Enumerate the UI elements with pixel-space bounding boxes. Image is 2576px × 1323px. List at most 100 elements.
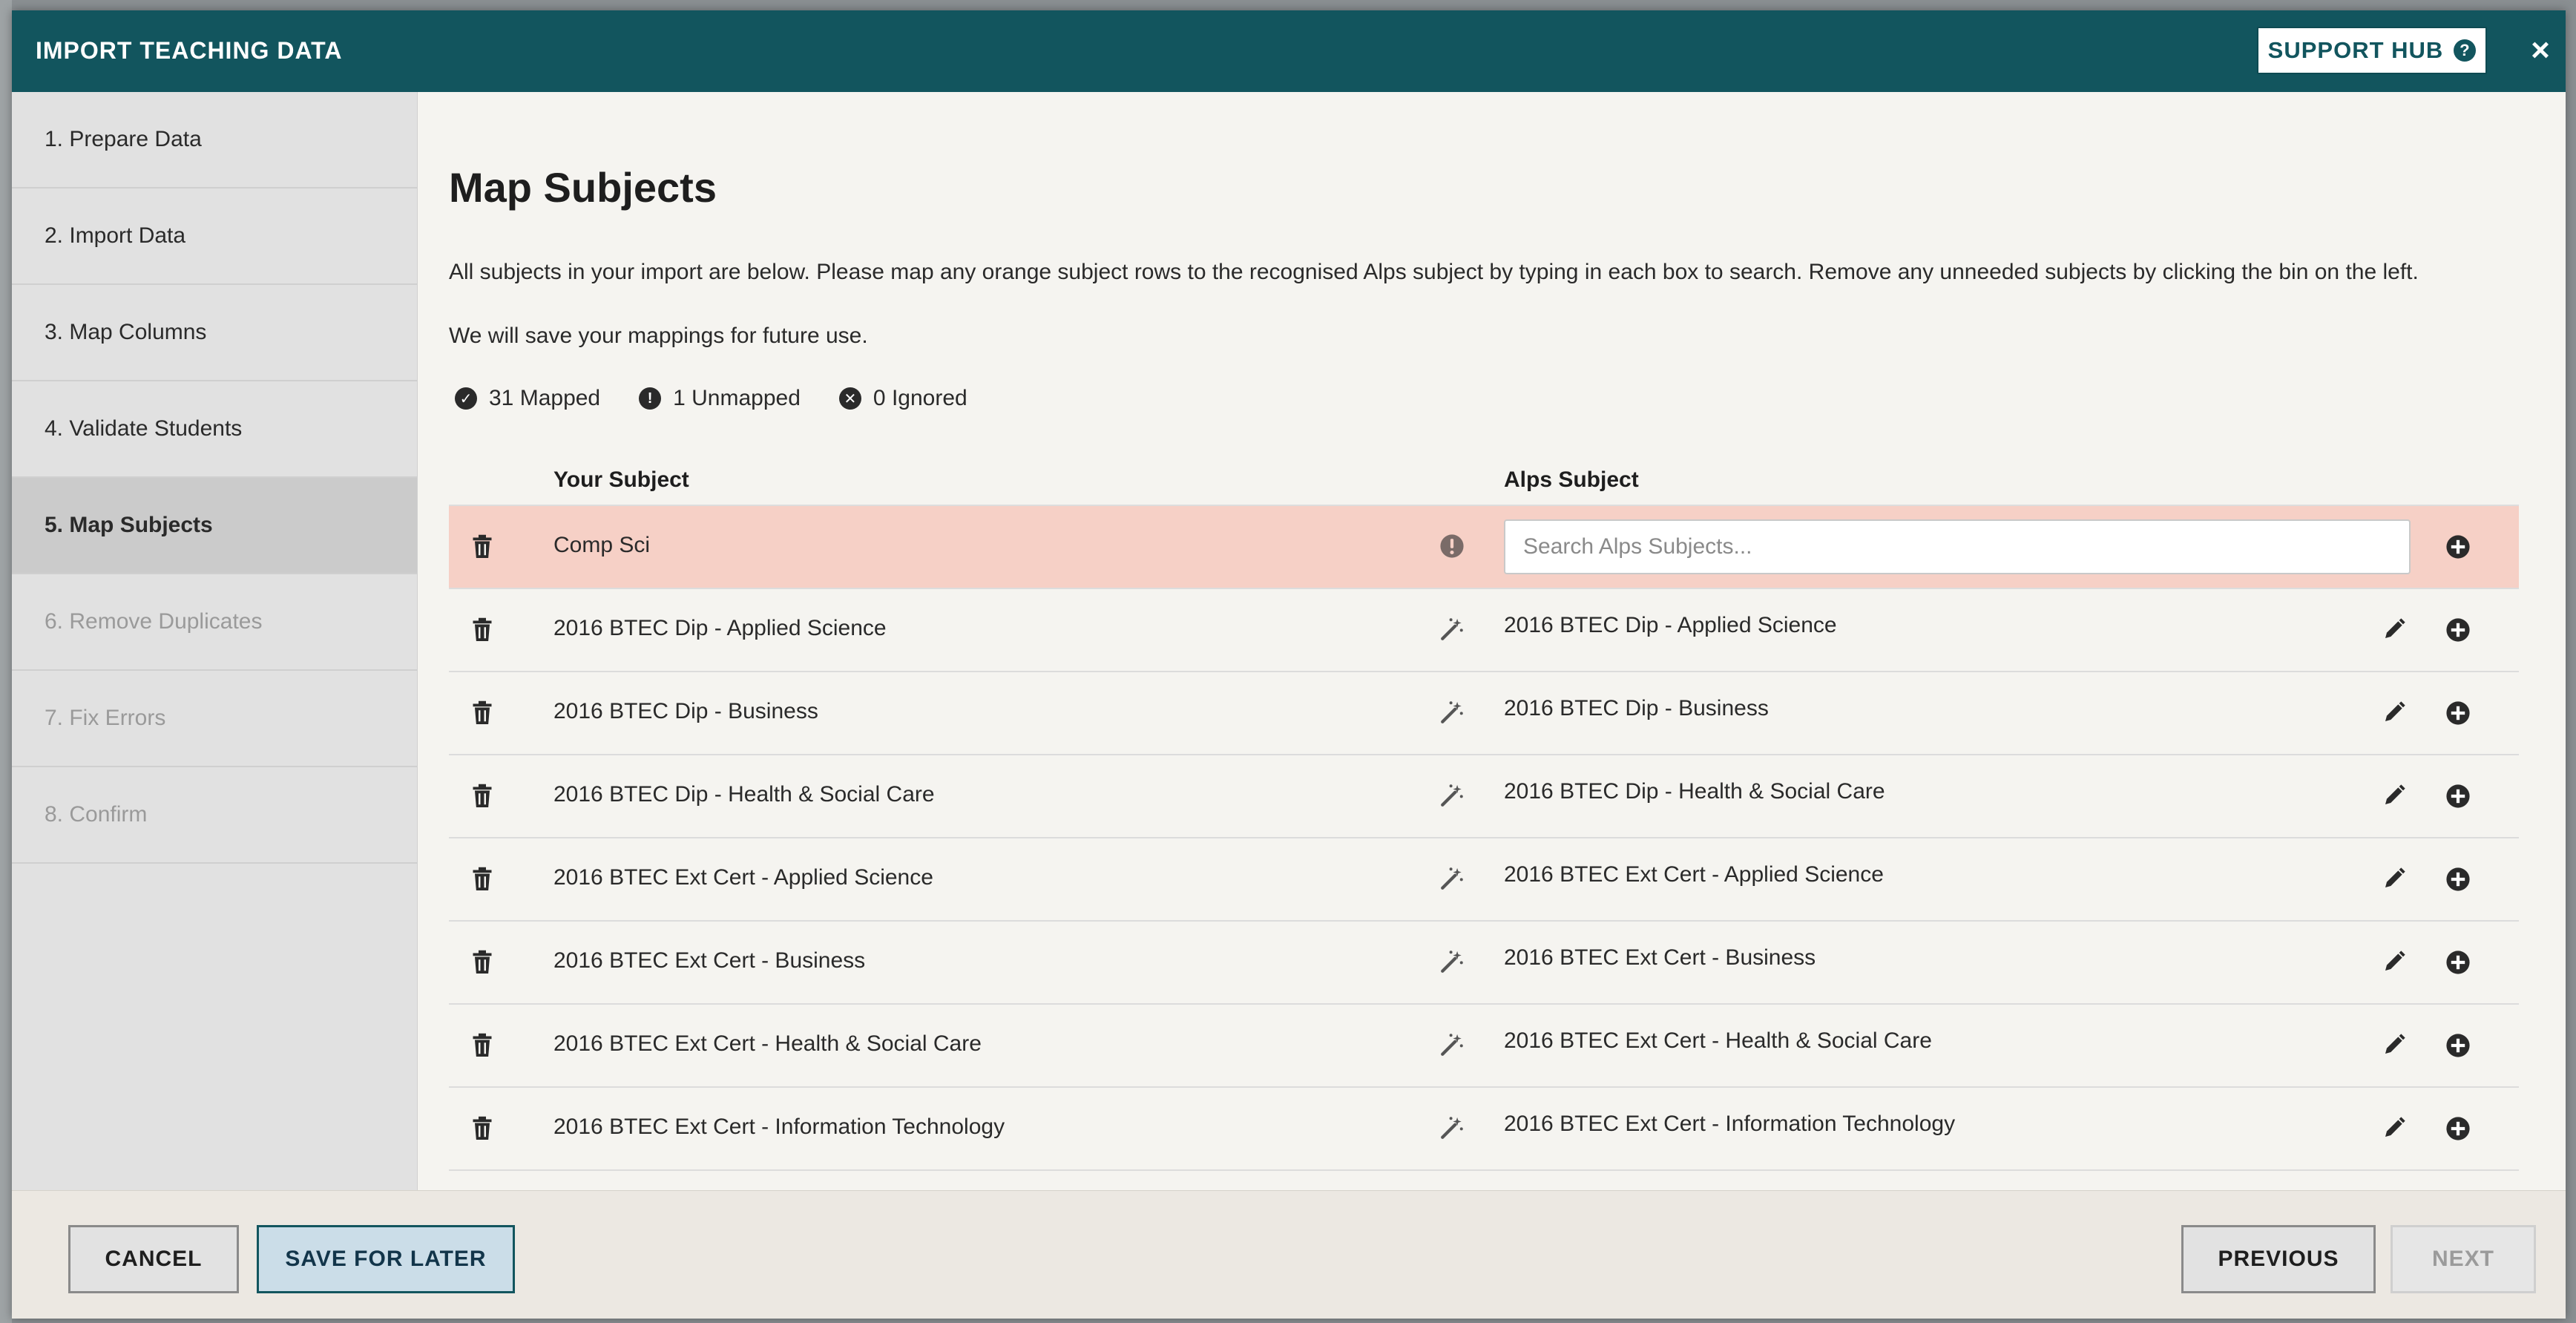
- save-for-later-button[interactable]: SAVE FOR LATER: [257, 1225, 515, 1293]
- support-hub-label: SUPPORT HUB: [2267, 37, 2444, 63]
- your-subject-cell: Comp Sci: [553, 533, 651, 557]
- table-row: 2016 BTEC Ext Cert - Applied Science 2016…: [449, 838, 2519, 922]
- close-button[interactable]: ×: [2526, 31, 2555, 70]
- table-body: Comp Sci 2016 BTEC Dip - Applied Science 2…: [449, 506, 2519, 1171]
- your-subject-cell: 2016 BTEC Ext Cert - Applied Science: [553, 865, 933, 890]
- alps-subject-search-input[interactable]: [1504, 519, 2411, 574]
- table-row: Comp Sci: [449, 506, 2519, 589]
- bin-icon[interactable]: [471, 617, 493, 643]
- alps-subject-cell: 2016 BTEC Ext Cert - Applied Science: [1504, 862, 1884, 887]
- your-subject-cell: 2016 BTEC Dip - Health & Social Care: [553, 782, 935, 807]
- alps-subject-cell: 2016 BTEC Dip - Business: [1504, 696, 1769, 720]
- bin-icon[interactable]: [471, 867, 493, 892]
- step-label: 4. Validate Students: [45, 416, 243, 441]
- scrollbar[interactable]: [2539, 99, 2540, 1190]
- plus-circle-icon[interactable]: [2445, 1033, 2471, 1058]
- magic-wand-icon: [1439, 617, 1465, 642]
- alps-subject-cell: 2016 BTEC Dip - Health & Social Care: [1504, 779, 1885, 804]
- your-subject-cell: 2016 BTEC Ext Cert - Information Technol…: [553, 1114, 1005, 1139]
- modal-title: IMPORT TEACHING DATA: [36, 37, 343, 64]
- pencil-icon[interactable]: [2382, 950, 2406, 974]
- step-map-subjects[interactable]: 5. Map Subjects: [12, 478, 417, 574]
- import-modal: IMPORT TEACHING DATA SUPPORT HUB ? × 1. …: [12, 10, 2566, 1319]
- mapping-summary: ✓ 31 Mapped ! 1 Unmapped ✕ 0 Ignored: [455, 386, 1006, 411]
- alps-subject-cell: 2016 BTEC Ext Cert - Business: [1504, 945, 1816, 970]
- plus-circle-icon[interactable]: [2445, 700, 2471, 726]
- instructions-text: All subjects in your import are below. P…: [449, 260, 2419, 284]
- support-hub-button[interactable]: SUPPORT HUB ?: [2257, 27, 2487, 74]
- plus-circle-icon[interactable]: [2445, 534, 2471, 559]
- step-label: 5. Map Subjects: [45, 513, 213, 537]
- your-subject-cell: 2016 BTEC Dip - Business: [553, 699, 818, 723]
- step-label: 3. Map Columns: [45, 320, 207, 344]
- magic-wand-icon: [1439, 949, 1465, 974]
- modal-footer: CANCEL SAVE FOR LATER PREVIOUS NEXT: [12, 1190, 2566, 1319]
- bin-icon[interactable]: [471, 950, 493, 975]
- ignored-count: ✕ 0 Ignored: [838, 386, 967, 411]
- plus-circle-icon[interactable]: [2445, 867, 2471, 892]
- pencil-icon[interactable]: [2382, 1116, 2406, 1140]
- x-circle-icon: ✕: [838, 387, 861, 410]
- table-row: 2016 BTEC Dip - Health & Social Care 2016…: [449, 755, 2519, 838]
- alps-subject-cell: 2016 BTEC Ext Cert - Health & Social Car…: [1504, 1028, 1932, 1053]
- your-subject-cell: 2016 BTEC Ext Cert - Health & Social Car…: [553, 1031, 982, 1056]
- step-label: 1. Prepare Data: [45, 127, 202, 151]
- pencil-icon[interactable]: [2382, 784, 2406, 807]
- exclamation-circle-icon: !: [639, 387, 662, 410]
- your-subject-cell: 2016 BTEC Ext Cert - Business: [553, 948, 866, 973]
- bin-icon[interactable]: [471, 784, 493, 809]
- page-title: Map Subjects: [449, 164, 717, 211]
- step-import-data[interactable]: 2. Import Data: [12, 188, 417, 285]
- pencil-icon[interactable]: [2382, 700, 2406, 724]
- table-row: 2016 BTEC Ext Cert - Health & Social Car…: [449, 1005, 2519, 1088]
- bin-icon[interactable]: [471, 1033, 493, 1058]
- step-label: 8. Confirm: [45, 802, 148, 827]
- step-fix-errors: 7. Fix Errors: [12, 671, 417, 767]
- step-label: 7. Fix Errors: [45, 706, 166, 730]
- alps-subject-cell: 2016 BTEC Ext Cert - Information Technol…: [1504, 1112, 1956, 1136]
- background-app: [0, 0, 12, 1323]
- close-icon: ×: [2531, 32, 2550, 68]
- column-header-alps-subject: Alps Subject: [1504, 467, 1639, 492]
- step-prepare-data[interactable]: 1. Prepare Data: [12, 92, 417, 188]
- unmapped-alert-icon: [1439, 534, 1465, 559]
- plus-circle-icon[interactable]: [2445, 1116, 2471, 1141]
- table-header: Your Subject Alps Subject: [449, 456, 2519, 506]
- mapped-count: ✓ 31 Mapped: [455, 386, 600, 411]
- table-row: 2016 BTEC Ext Cert - Information Technol…: [449, 1088, 2519, 1171]
- modal-header: IMPORT TEACHING DATA SUPPORT HUB ? ×: [12, 10, 2566, 92]
- table-row: 2016 BTEC Ext Cert - Business 2016 BTEC E…: [449, 922, 2519, 1005]
- bin-icon[interactable]: [471, 1116, 493, 1141]
- bin-icon[interactable]: [471, 534, 493, 559]
- magic-wand-icon: [1439, 1032, 1465, 1057]
- alps-subject-cell: 2016 BTEC Dip - Applied Science: [1504, 613, 1837, 637]
- your-subject-cell: 2016 BTEC Dip - Applied Science: [553, 616, 887, 640]
- check-circle-icon: ✓: [455, 387, 477, 410]
- magic-wand-icon: [1439, 866, 1465, 891]
- pencil-icon[interactable]: [2382, 617, 2406, 641]
- ignored-label: 0 Ignored: [873, 386, 967, 410]
- bin-icon[interactable]: [471, 700, 493, 726]
- question-circle-icon: ?: [2454, 39, 2477, 62]
- table-row: 2016 BTEC Dip - Business 2016 BTEC Dip - …: [449, 672, 2519, 755]
- save-note-text: We will save your mappings for future us…: [449, 324, 868, 348]
- magic-wand-icon: [1439, 1115, 1465, 1140]
- subject-mapping-table: Your Subject Alps Subject Comp Sci 2016 B…: [449, 456, 2519, 1171]
- plus-circle-icon[interactable]: [2445, 950, 2471, 975]
- step-map-columns[interactable]: 3. Map Columns: [12, 285, 417, 381]
- step-label: 2. Import Data: [45, 223, 186, 248]
- step-validate-students[interactable]: 4. Validate Students: [12, 381, 417, 478]
- pencil-icon[interactable]: [2382, 1033, 2406, 1057]
- previous-button[interactable]: PREVIOUS: [2181, 1225, 2376, 1293]
- plus-circle-icon[interactable]: [2445, 784, 2471, 809]
- pencil-icon[interactable]: [2382, 867, 2406, 890]
- unmapped-label: 1 Unmapped: [673, 386, 801, 410]
- step-confirm: 8. Confirm: [12, 767, 417, 864]
- mapped-label: 31 Mapped: [489, 386, 601, 410]
- plus-circle-icon[interactable]: [2445, 617, 2471, 643]
- magic-wand-icon: [1439, 783, 1465, 808]
- steps-sidebar: 1. Prepare Data 2. Import Data 3. Map Co…: [12, 92, 418, 1190]
- column-header-your-subject: Your Subject: [553, 467, 689, 492]
- magic-wand-icon: [1439, 700, 1465, 725]
- cancel-button[interactable]: CANCEL: [68, 1225, 239, 1293]
